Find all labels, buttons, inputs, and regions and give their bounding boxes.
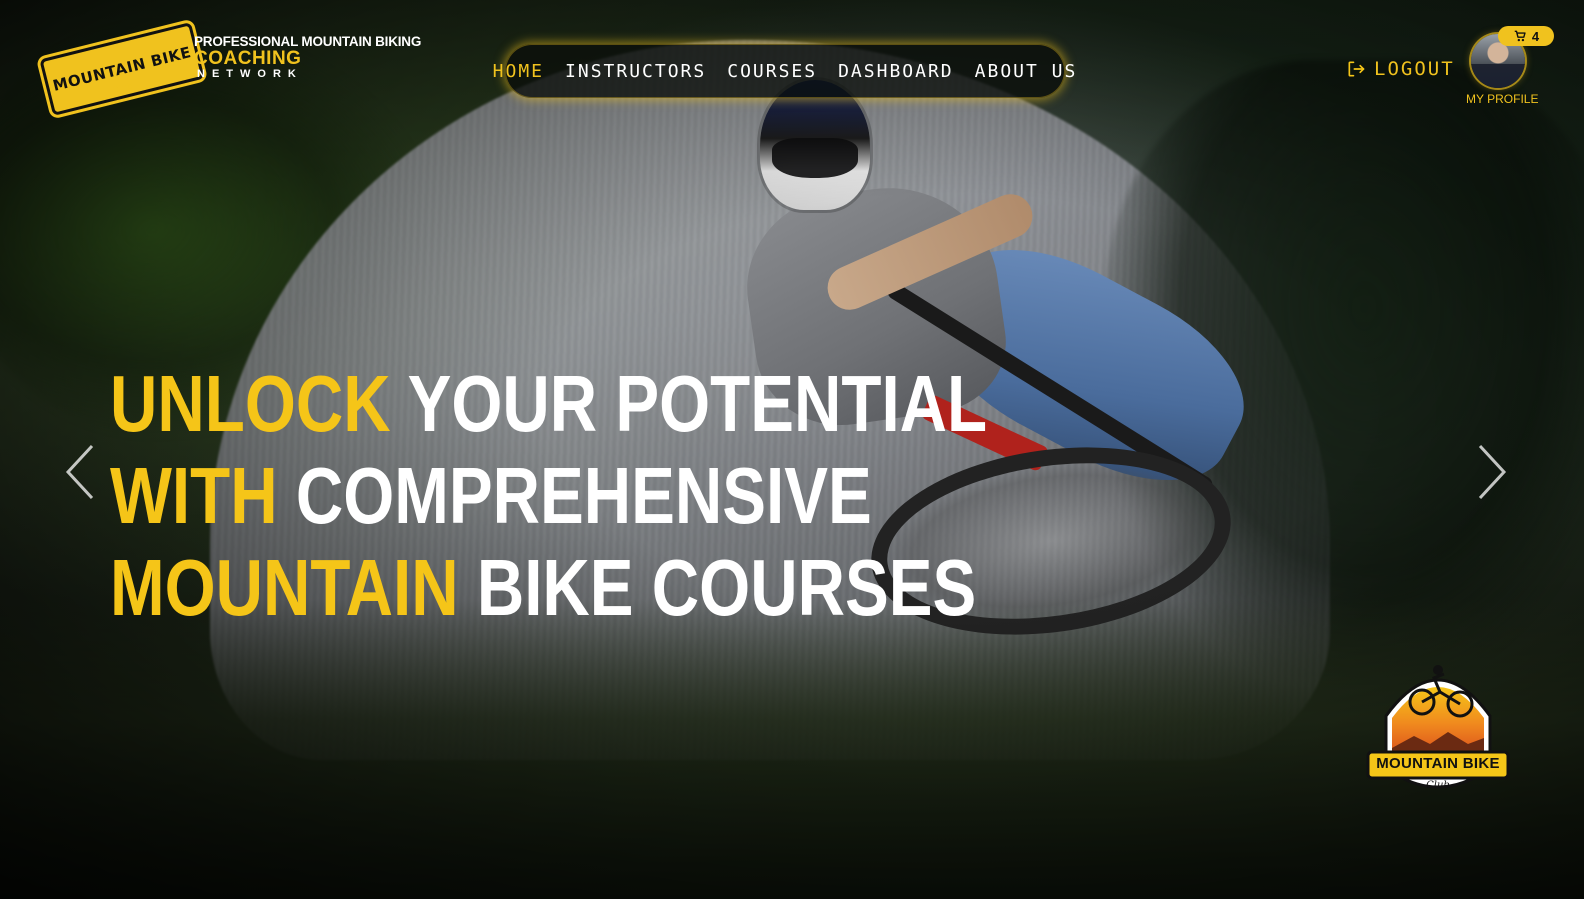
nav-courses[interactable]: COURSES xyxy=(727,61,817,82)
nav-about-us[interactable]: ABOUT US xyxy=(975,61,1078,82)
site-logo[interactable]: MOUNTAIN BIKE Club PROFESSIONAL MOUNTAIN… xyxy=(39,21,444,117)
hero-headline: UNLOCK YOUR POTENTIAL WITH COMPREHENSIVE… xyxy=(110,358,988,634)
chevron-right-icon xyxy=(1478,444,1507,500)
logo-badge: MOUNTAIN BIKE xyxy=(39,21,205,117)
logo-coaching: COACHING xyxy=(194,48,302,69)
cart-badge[interactable]: 4 xyxy=(1498,26,1554,46)
logout-button[interactable]: LOGOUT xyxy=(1346,58,1455,80)
club-badge: MOUNTAIN BIKE Club xyxy=(1364,656,1512,804)
chevron-left-icon xyxy=(65,444,94,500)
club-badge-text: MOUNTAIN BIKE xyxy=(1376,755,1500,772)
nav-instructors[interactable]: INSTRUCTORS xyxy=(565,61,706,82)
cart-count: 4 xyxy=(1531,28,1540,44)
club-badge-sub: Club xyxy=(1426,780,1450,791)
headline-line-1: UNLOCK YOUR POTENTIAL xyxy=(110,359,988,448)
profile-label[interactable]: MY PROFILE xyxy=(1466,92,1538,106)
headline-line-3: MOUNTAIN BIKE COURSES xyxy=(110,543,977,632)
logo-network: NETWORK xyxy=(197,68,303,80)
logo-tagline: PROFESSIONAL MOUNTAIN BIKING xyxy=(194,34,422,49)
carousel-next-button[interactable] xyxy=(1474,442,1510,502)
cart-icon xyxy=(1514,30,1526,42)
carousel-prev-button[interactable] xyxy=(62,442,98,502)
headline-line-2: WITH COMPREHENSIVE xyxy=(110,451,872,540)
logout-label: LOGOUT xyxy=(1374,58,1455,80)
logout-icon xyxy=(1348,61,1365,77)
nav-home[interactable]: HOME xyxy=(493,61,544,82)
nav-dashboard[interactable]: DASHBOARD xyxy=(838,61,954,82)
main-nav: HOME INSTRUCTORS COURSES DASHBOARD ABOUT… xyxy=(493,44,1075,98)
